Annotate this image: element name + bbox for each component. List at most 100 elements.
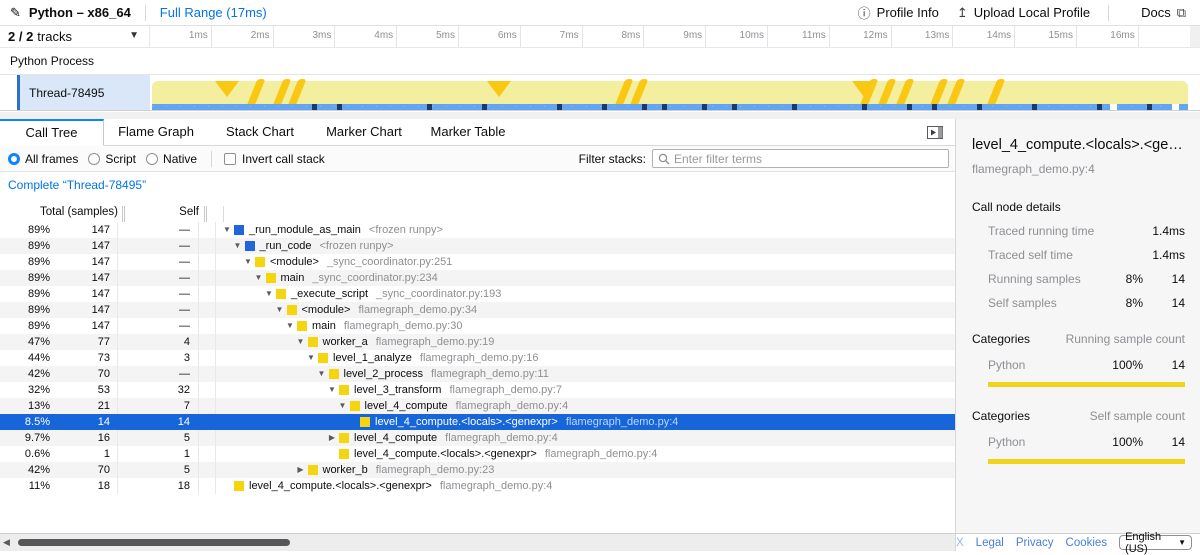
scroll-left-arrow-icon[interactable]: ◀ (3, 537, 10, 548)
process-track-header[interactable]: Python Process (0, 48, 1200, 75)
expand-collapse-icon[interactable]: ▼ (283, 318, 297, 334)
radio-label[interactable]: Script (105, 152, 136, 166)
tab-call-tree[interactable]: Call Tree (0, 119, 104, 146)
column-header-self[interactable]: Self (125, 206, 199, 222)
panel-tab-bar: Call TreeFlame GraphStack ChartMarker Ch… (0, 119, 955, 146)
footer-link-legal[interactable]: Legal (976, 537, 1004, 549)
sample-tick (932, 104, 937, 110)
sidebar-toggle-button[interactable] (925, 124, 945, 141)
table-row[interactable]: 89%147—▼mainflamegraph_demo.py:30 (0, 318, 955, 334)
detail-row: Running samples8%14 (988, 272, 1185, 286)
expand-collapse-icon[interactable]: ▼ (252, 270, 266, 286)
footer: ◀ X Legal Privacy Cookies English (US) ▼ (0, 533, 1200, 550)
radio-all-frames[interactable] (8, 153, 20, 165)
table-row[interactable]: 89%147—▼_run_module_as_main<frozen runpy… (0, 222, 955, 238)
expand-collapse-icon[interactable]: ▶ (294, 462, 308, 478)
sample-tick (602, 104, 607, 110)
expand-collapse-icon[interactable]: ▼ (304, 350, 318, 366)
table-row[interactable]: 89%147—▼_run_code<frozen runpy> (0, 238, 955, 254)
category-square-icon (360, 417, 370, 427)
table-row[interactable]: 47%774▼worker_aflamegraph_demo.py:19 (0, 334, 955, 350)
footer-link-privacy[interactable]: Privacy (1016, 537, 1054, 549)
table-row[interactable]: 0.6%11level_4_compute.<locals>.<genexpr>… (0, 446, 955, 462)
radio-label[interactable]: All frames (25, 152, 78, 166)
radio-label[interactable]: Native (163, 152, 197, 166)
table-row[interactable]: 44%733▼level_1_analyzeflamegraph_demo.py… (0, 350, 955, 366)
function-name: level_4_compute (354, 430, 437, 446)
expand-collapse-icon[interactable]: ▼ (315, 366, 329, 382)
expand-collapse-icon[interactable]: ▼ (294, 334, 308, 350)
thread-track-label[interactable]: Thread-78495 (20, 75, 150, 110)
row-spacer-cell (199, 222, 216, 238)
tab-marker-table[interactable]: Marker Table (416, 119, 520, 145)
scrollbar-thumb[interactable] (18, 539, 290, 546)
expand-collapse-icon[interactable]: ▼ (325, 382, 339, 398)
table-row[interactable]: 13%217▼level_4_computeflamegraph_demo.py… (0, 398, 955, 414)
table-row[interactable]: 8.5%1414level_4_compute.<locals>.<genexp… (0, 414, 955, 430)
self-samples: — (118, 238, 199, 254)
detail-percent: 8% (1103, 272, 1143, 286)
filter-stacks-input[interactable] (674, 152, 943, 166)
language-select[interactable]: English (US) ▼ (1119, 535, 1192, 550)
table-row[interactable]: 89%147—▼<module>_sync_coordinator.py:251 (0, 254, 955, 270)
tab-stack-chart[interactable]: Stack Chart (208, 119, 312, 145)
expand-collapse-icon[interactable]: ▼ (231, 238, 245, 254)
tab-marker-chart[interactable]: Marker Chart (312, 119, 416, 145)
thread-activity-canvas[interactable] (150, 75, 1200, 110)
docs-link[interactable]: Docs ⧉ (1141, 5, 1186, 21)
tree-cell: ▼<module>flamegraph_demo.py:34 (216, 302, 955, 318)
expand-collapse-icon[interactable]: ▼ (220, 222, 234, 238)
self-samples: 1 (118, 446, 199, 462)
source-location: flamegraph_demo.py:30 (344, 318, 463, 334)
table-row[interactable]: 42%70—▼level_2_processflamegraph_demo.py… (0, 366, 955, 382)
column-header-total[interactable]: Total (samples) (0, 206, 118, 222)
table-row[interactable]: 42%705▶worker_bflamegraph_demo.py:23 (0, 462, 955, 478)
filter-stacks-input-wrap (652, 149, 949, 168)
external-link-icon: ⧉ (1177, 5, 1186, 21)
expand-collapse-icon[interactable]: ▼ (262, 286, 276, 302)
table-row[interactable]: 89%147—▼main_sync_coordinator.py:234 (0, 270, 955, 286)
profile-info-button[interactable]: ⓘ Profile Info (858, 3, 939, 22)
self-samples: — (118, 270, 199, 286)
table-row[interactable]: 11%1818level_4_compute.<locals>.<genexpr… (0, 478, 955, 494)
tracks-visibility-dropdown[interactable]: 2 / 2 tracks ▼ (0, 26, 150, 47)
expand-collapse-icon[interactable]: ▼ (336, 398, 350, 414)
row-spacer-cell (199, 350, 216, 366)
table-row[interactable]: 9.7%165▶level_4_computeflamegraph_demo.p… (0, 430, 955, 446)
table-row[interactable]: 32%5332▼level_3_transformflamegraph_demo… (0, 382, 955, 398)
function-name: _run_code (260, 238, 312, 254)
total-samples: 16 (50, 430, 118, 446)
source-location: flamegraph_demo.py:19 (376, 334, 495, 350)
invert-call-stack-checkbox[interactable] (224, 153, 236, 165)
detail-row: Traced self time1.4ms (988, 248, 1185, 262)
expand-collapse-icon[interactable]: ▶ (325, 430, 339, 446)
self-samples: 3 (118, 350, 199, 366)
table-row[interactable]: 89%147—▼<module>flamegraph_demo.py:34 (0, 302, 955, 318)
total-percent: 89% (0, 270, 50, 286)
edit-profile-name-icon[interactable]: ✎ (10, 5, 21, 21)
row-spacer-cell (199, 430, 216, 446)
table-row[interactable]: 89%147—▼_execute_script_sync_coordinator… (0, 286, 955, 302)
cpu-dip-marker (487, 81, 511, 97)
expand-collapse-icon[interactable]: ▼ (273, 302, 287, 318)
breadcrumb-row: Complete “Thread-78495” (0, 172, 955, 198)
upload-profile-button[interactable]: ↥ Upload Local Profile (957, 5, 1090, 21)
invert-call-stack-label[interactable]: Invert call stack (242, 152, 325, 166)
total-percent: 89% (0, 318, 50, 334)
full-range-link[interactable]: Full Range (17ms) (160, 5, 267, 20)
row-spacer-cell (199, 462, 216, 478)
expand-collapse-icon[interactable]: ▼ (241, 254, 255, 270)
tree-cell: ▼main_sync_coordinator.py:234 (216, 270, 955, 286)
cpu-spike-marker (896, 79, 915, 106)
breadcrumb[interactable]: Complete “Thread-78495” (8, 178, 146, 192)
footer-link-cookies[interactable]: Cookies (1066, 537, 1108, 549)
radio-native[interactable] (146, 153, 158, 165)
timeline-scrollbar[interactable] (1190, 26, 1200, 47)
footer-link-x[interactable]: X (956, 537, 964, 549)
tree-cell: ▼_execute_script_sync_coordinator.py:193 (216, 286, 955, 302)
radio-script[interactable] (88, 153, 100, 165)
tab-flame-graph[interactable]: Flame Graph (104, 119, 208, 145)
ruler-tick: 6ms (459, 26, 521, 47)
cpu-spike-marker (630, 79, 649, 106)
category-row: Python100%14 (988, 435, 1185, 449)
